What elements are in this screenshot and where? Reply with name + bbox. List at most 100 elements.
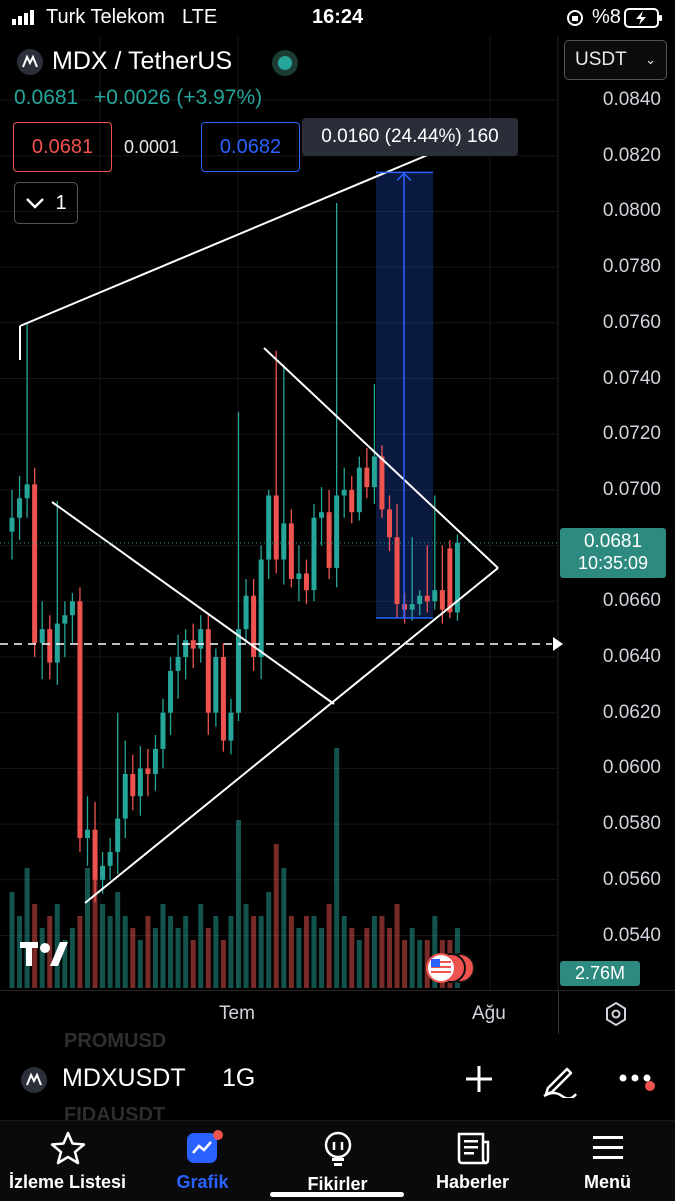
time-label-agu: Ağu <box>472 1003 506 1024</box>
candle-body <box>228 712 234 741</box>
candle-body <box>220 657 226 741</box>
price-axis-label: 0.0540 <box>602 924 661 946</box>
candle-body <box>77 601 83 839</box>
volume-bar <box>319 928 325 988</box>
trendline <box>84 567 499 904</box>
chart-overlay <box>0 171 563 651</box>
last-price: 0.0681 <box>14 86 79 109</box>
candle-body <box>85 829 90 839</box>
volume-bar <box>107 916 113 988</box>
symbol-title[interactable]: MDX / TetherUS <box>52 47 232 76</box>
candle-body <box>130 773 136 797</box>
volume-bar <box>356 940 362 988</box>
lightbulb-icon <box>324 1131 351 1166</box>
sell-button[interactable]: 0.0681 <box>13 122 112 172</box>
tab-watchlist[interactable]: İzleme Listesi <box>0 1130 135 1193</box>
spread-value: 0.0001 <box>124 137 180 157</box>
candle-body <box>273 495 279 560</box>
tab-label-news: Haberler <box>435 1172 510 1192</box>
price-axis-label: 0.0820 <box>602 144 661 166</box>
candle-body <box>152 748 158 774</box>
network-type: LTE <box>182 6 218 28</box>
time-label-tem: Tem <box>219 1003 255 1024</box>
tab-chart[interactable]: Grafik <box>135 1130 270 1193</box>
price-axis-label: 0.0800 <box>602 200 661 222</box>
candle-body <box>198 629 204 649</box>
more-options-icon[interactable] <box>618 1068 658 1092</box>
battery-percent: %8 <box>592 6 621 28</box>
chart-grid <box>0 36 559 990</box>
candle-body <box>213 657 219 713</box>
symbol-logo-icon <box>16 48 44 81</box>
interval-button[interactable]: 1G <box>222 1064 255 1093</box>
candle-body <box>296 573 302 580</box>
volume-bar <box>288 916 294 988</box>
tab-menu[interactable]: Menü <box>540 1130 675 1193</box>
volume-bar <box>168 916 174 988</box>
volume-bar <box>152 928 158 988</box>
time-axis[interactable]: Tem Ağu <box>0 990 675 1035</box>
volume-bar <box>77 916 83 988</box>
volume-bar <box>183 916 189 988</box>
measure-label: 0.0160 (24.44%) 160 <box>302 118 518 156</box>
trendline <box>19 153 431 327</box>
buy-button[interactable]: 0.0682 <box>201 122 300 172</box>
price-axis-label: 0.0640 <box>602 646 661 667</box>
indicator-toggle[interactable]: 1 <box>14 182 78 224</box>
settings-icon[interactable] <box>602 1000 630 1028</box>
volume-bar <box>9 892 15 988</box>
volume-bar <box>190 940 196 988</box>
ticker-button[interactable]: MDXUSDT <box>62 1064 186 1093</box>
tradingview-logo-icon <box>18 940 70 973</box>
plus-icon[interactable] <box>464 1064 494 1094</box>
volume-bar <box>205 928 211 988</box>
tab-news[interactable]: Haberler <box>405 1130 540 1193</box>
candle-body <box>69 601 75 616</box>
star-icon <box>50 1131 85 1165</box>
rotation-lock-icon <box>567 10 583 26</box>
volume-bar <box>243 904 249 988</box>
volume-bar <box>228 916 234 988</box>
symbol-bar: PROMUSD FIDAUSDT MDXUSDT 1G <box>0 1030 675 1126</box>
tab-label-watchlist: İzleme Listesi <box>8 1172 127 1192</box>
clock: 16:24 <box>312 6 364 28</box>
volume-bar <box>409 928 415 988</box>
economic-events-icon[interactable] <box>424 952 478 989</box>
currency-select[interactable]: USDT ⌄ <box>564 40 667 80</box>
volume-bar <box>198 904 204 988</box>
candle-body <box>9 517 15 532</box>
candle-body <box>258 559 264 657</box>
candle-body <box>424 595 430 602</box>
candle-body <box>379 456 385 510</box>
volume-bar <box>394 904 400 988</box>
indicator-count: 1 <box>55 191 67 214</box>
tab-ideas[interactable]: Fikirler <box>270 1130 405 1195</box>
candle-body <box>115 818 121 852</box>
volume-bar <box>236 820 241 988</box>
candle-body <box>311 517 317 591</box>
candle-body <box>92 829 98 880</box>
status-bar: Turk Telekom LTE 16:24 %8 <box>0 0 675 36</box>
price-axis-label: 0.0700 <box>602 478 661 500</box>
candle-body <box>122 773 128 819</box>
news-icon <box>457 1132 489 1165</box>
price-axis-label: 0.0720 <box>602 423 661 445</box>
price-axis-label: 0.0620 <box>602 701 661 723</box>
candle-body <box>32 484 38 644</box>
volume-bar <box>213 916 219 988</box>
candle-body <box>137 768 143 797</box>
bar-countdown: 10:35:09 <box>577 553 649 573</box>
volume-tag: 2.76M <box>560 961 640 986</box>
volume-bar <box>122 916 128 988</box>
candle-body <box>303 573 309 591</box>
price-axis-label: 0.0760 <box>602 311 661 333</box>
carrier-name: Turk Telekom <box>46 6 165 28</box>
symbol-logo-icon <box>21 1067 47 1093</box>
volume-bar <box>311 916 317 988</box>
pencil-icon[interactable] <box>540 1060 578 1098</box>
candle-body <box>183 640 189 657</box>
volume-bar <box>115 892 121 988</box>
volume-bar <box>402 940 408 988</box>
volume-bar <box>220 940 226 988</box>
volume-bar <box>100 904 106 988</box>
